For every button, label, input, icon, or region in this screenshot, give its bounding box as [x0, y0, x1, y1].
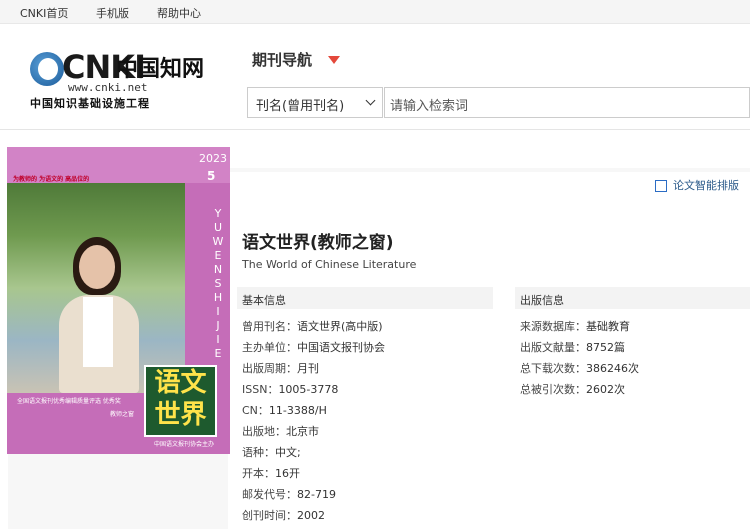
cover-issue: 5	[207, 169, 216, 183]
link-help[interactable]: 帮助中心	[157, 5, 201, 21]
cover-vertical-letter: I	[216, 333, 220, 346]
header: CNKI 中国知网 www.cnki.net 中国知识基础设施工程 期刊导航 刊…	[0, 24, 750, 130]
layout-icon[interactable]	[655, 180, 667, 192]
cover-photo	[7, 183, 185, 393]
person-shirt	[83, 297, 113, 367]
cover-vertical-letter: E	[214, 347, 222, 360]
info-row: 来源数据库：基础教育	[520, 318, 630, 334]
person-head	[79, 245, 115, 289]
logo-brand-cn: 中国知网	[116, 56, 205, 82]
info-row: 出版周期：月刊	[242, 360, 319, 376]
info-row: 创刊时间：2002	[242, 507, 325, 523]
cover-vertical-letter: U	[213, 221, 223, 234]
info-label: 总下载次数：	[520, 362, 586, 375]
info-row: 总被引次数：2602次	[520, 381, 625, 397]
info-row: 总下载次数：386246次	[520, 360, 639, 376]
journal-cover[interactable]: 为教师的 为语文的 高品位的 2023 5 YUWENSHIJIE 语文 世界 …	[7, 147, 230, 454]
journal-nav-menu[interactable]: 期刊导航	[252, 49, 312, 70]
search-input-placeholder: 请输入检索词	[390, 99, 469, 114]
info-row: CN：11-3388/H	[242, 402, 327, 418]
chevron-down-icon	[365, 95, 376, 106]
cover-footer: 中国语文报刊协会主办	[154, 441, 215, 448]
link-mobile[interactable]: 手机版	[96, 5, 129, 21]
globe-icon	[30, 52, 64, 86]
info-value: 基础教育	[586, 320, 630, 333]
cover-vertical-letter: Y	[214, 207, 222, 220]
cover-vertical-letter: E	[214, 249, 222, 262]
cover-slogans: 为教师的 为语文的 高品位的	[13, 176, 90, 183]
info-label: 来源数据库：	[520, 320, 586, 333]
cover-title-block: 语文 世界	[144, 365, 217, 437]
info-row: 主办单位：中国语文报刊协会	[242, 339, 385, 355]
info-row: 开本：16开	[242, 465, 300, 481]
cover-banner: 全国语文报刊优秀编辑质量评选 优秀奖	[17, 398, 121, 405]
info-label: 出版文献量：	[520, 341, 586, 354]
smart-sort-button[interactable]: 论文智能排版	[673, 177, 739, 193]
info-label: 出版周期：	[242, 362, 297, 375]
info-value: 北京市	[286, 425, 319, 438]
journal-english-title: The World of Chinese Literature	[242, 258, 417, 271]
info-row: 邮发代号：82-719	[242, 486, 336, 502]
info-value: 8752篇	[586, 341, 625, 354]
info-value: 月刊	[297, 362, 319, 375]
info-row: 出版地：北京市	[242, 423, 319, 439]
dropdown-arrow-icon[interactable]	[328, 56, 340, 64]
cover-vertical-letter: N	[213, 263, 223, 276]
info-label: 邮发代号：	[242, 488, 297, 501]
info-label: 开本：	[242, 467, 275, 480]
info-value: 386246次	[586, 362, 639, 375]
info-row: 出版文献量：8752篇	[520, 339, 625, 355]
info-label: 主办单位：	[242, 341, 297, 354]
info-label: 语种：	[242, 446, 275, 459]
link-cnki-home[interactable]: CNKI首页	[20, 5, 68, 21]
info-value: 2602次	[586, 383, 625, 396]
cover-vertical-title: YUWENSHIJIE	[211, 207, 225, 361]
cover-title-line1: 语文	[154, 368, 207, 398]
logo-url: www.cnki.net	[68, 81, 148, 94]
info-row: 曾用刊名：语文世界(高中版)	[242, 318, 383, 334]
cover-vertical-letter: J	[216, 319, 220, 332]
cover-title-line2: 世界	[154, 400, 207, 430]
journal-title: 语文世界(教师之窗)	[242, 233, 394, 253]
info-label: ISSN：	[242, 383, 279, 396]
info-row: ISSN：1005-3778	[242, 381, 338, 397]
cover-vertical-letter: I	[216, 305, 220, 318]
cover-edition: 教师之窗	[110, 411, 135, 418]
cover-vertical-letter: S	[214, 277, 222, 290]
search-field-select-value: 刊名(曾用刊名)	[256, 99, 345, 114]
info-value: 语文世界(高中版)	[297, 320, 383, 333]
info-value: 82-719	[297, 488, 336, 501]
top-bar: CNKI首页 手机版 帮助中心	[0, 0, 750, 24]
info-value: 2002	[297, 509, 325, 522]
basic-info-heading: 基本信息	[237, 287, 493, 309]
cover-year: 2023	[199, 152, 227, 165]
publish-info-heading: 出版信息	[515, 287, 750, 309]
info-value: 中文;	[275, 446, 301, 459]
info-label: 创刊时间：	[242, 509, 297, 522]
info-value: 11-3388/H	[268, 404, 327, 417]
cover-vertical-letter: H	[213, 291, 223, 304]
search-input[interactable]: 请输入检索词	[384, 87, 750, 118]
info-row: 语种：中文;	[242, 444, 301, 460]
info-label: 曾用刊名：	[242, 320, 297, 333]
search-field-select[interactable]: 刊名(曾用刊名)	[247, 87, 383, 118]
info-value: 中国语文报刊协会	[297, 341, 385, 354]
cnki-logo[interactable]: CNKI 中国知网 www.cnki.net 中国知识基础设施工程	[28, 48, 208, 110]
info-label: 总被引次数：	[520, 383, 586, 396]
info-value: 1005-3778	[278, 383, 339, 396]
cover-vertical-letter: W	[212, 235, 224, 248]
info-value: 16开	[275, 467, 300, 480]
logo-subtitle: 中国知识基础设施工程	[30, 97, 150, 110]
info-label: 出版地：	[242, 425, 286, 438]
info-label: CN：	[242, 404, 269, 417]
